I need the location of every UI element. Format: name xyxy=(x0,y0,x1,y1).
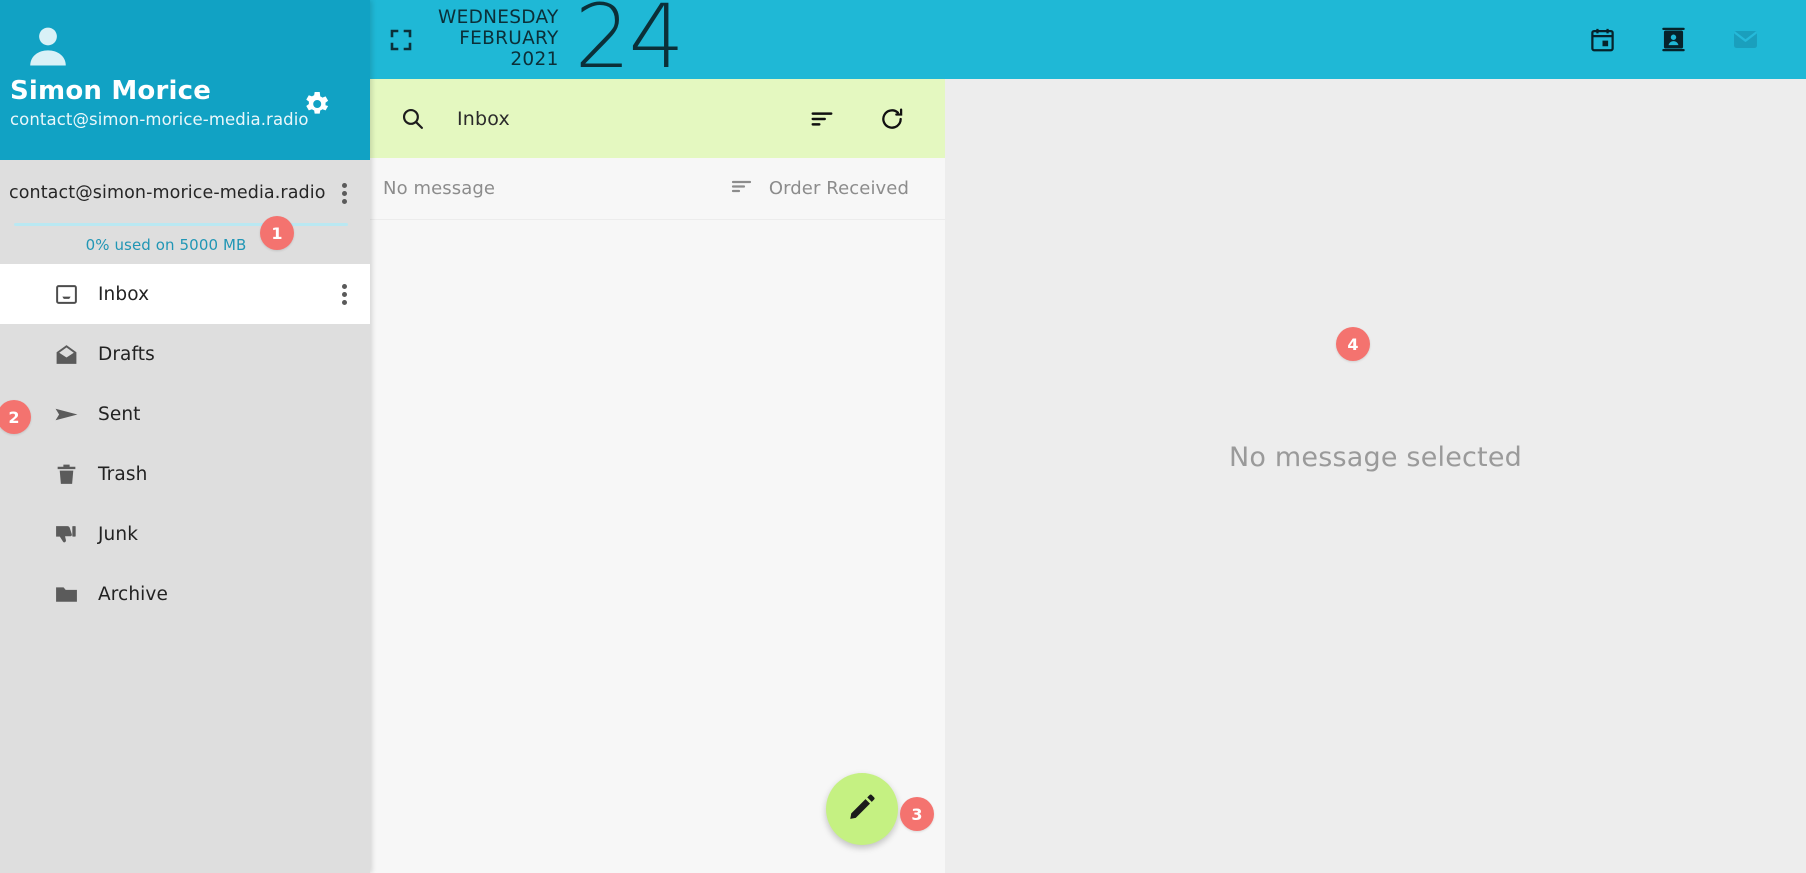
sidebar-item-drafts[interactable]: Drafts xyxy=(0,324,370,384)
trash-icon xyxy=(52,462,80,487)
search-bar-actions xyxy=(809,106,945,132)
sidebar-item-sent[interactable]: Sent xyxy=(0,384,370,444)
contacts-icon[interactable] xyxy=(1660,26,1687,53)
quota-text: 0% used on 5000 MB xyxy=(85,236,247,254)
account-section: contact@simon-morice-media.radio 0% used… xyxy=(0,160,370,264)
top-bar-app-switcher xyxy=(1589,25,1806,54)
folder-icon xyxy=(52,582,80,607)
no-message-selected-text: No message selected xyxy=(1229,441,1522,473)
annotation-badge-3: 3 xyxy=(900,797,934,831)
profile-email: contact@simon-morice-media.radio xyxy=(10,110,309,129)
refresh-icon[interactable] xyxy=(879,106,905,132)
user-avatar-icon xyxy=(22,20,74,72)
account-row[interactable]: contact@simon-morice-media.radio xyxy=(0,172,370,214)
mail-icon[interactable] xyxy=(1731,25,1760,54)
reading-pane: No message selected xyxy=(945,79,1806,873)
drafts-envelope-icon xyxy=(52,342,80,367)
filter-sort-icon[interactable] xyxy=(809,106,835,132)
gear-icon[interactable] xyxy=(300,88,332,120)
sort-icon xyxy=(730,176,754,201)
message-list-column: Inbox No message Order Received xyxy=(370,0,945,873)
thumbs-down-icon xyxy=(52,522,80,547)
mail-application: WEDNESDAY FEBRUARY 2021 24 Simon Morice … xyxy=(0,0,1806,873)
pencil-compose-icon xyxy=(847,792,877,826)
message-count-text: No message xyxy=(383,178,496,199)
sidebar-item-label: Archive xyxy=(98,583,168,605)
sort-order-label: Order Received xyxy=(768,178,909,199)
sidebar-item-junk[interactable]: Junk xyxy=(0,504,370,564)
message-list-body[interactable] xyxy=(370,220,945,873)
account-email: contact@simon-morice-media.radio xyxy=(9,183,326,203)
sidebar: Simon Morice contact@simon-morice-media.… xyxy=(0,0,370,873)
sidebar-item-label: Sent xyxy=(98,403,141,425)
quota-progress-bar xyxy=(14,223,348,226)
folder-list: Inbox Drafts Sent Trash Junk Archive xyxy=(0,264,370,624)
annotation-badge-4: 4 xyxy=(1336,327,1370,361)
kebab-menu-icon[interactable] xyxy=(342,182,347,204)
search-bar: Inbox xyxy=(370,79,945,158)
profile-header: Simon Morice contact@simon-morice-media.… xyxy=(0,0,370,160)
sidebar-item-archive[interactable]: Archive xyxy=(0,564,370,624)
sidebar-item-label: Inbox xyxy=(98,283,150,305)
annotation-badge-1: 1 xyxy=(260,216,294,250)
calendar-icon[interactable] xyxy=(1589,26,1616,53)
profile-name: Simon Morice xyxy=(10,76,212,106)
search-icon[interactable] xyxy=(400,106,425,131)
sidebar-item-label: Junk xyxy=(98,523,139,545)
compose-button[interactable] xyxy=(826,773,898,845)
message-list-header: No message Order Received xyxy=(370,158,945,220)
sidebar-item-inbox[interactable]: Inbox xyxy=(0,264,370,324)
sort-order-control[interactable]: Order Received xyxy=(730,176,945,201)
kebab-menu-icon[interactable] xyxy=(342,283,347,305)
inbox-icon xyxy=(52,282,80,307)
sent-paper-plane-icon xyxy=(52,402,80,427)
search-input[interactable]: Inbox xyxy=(457,108,510,130)
sidebar-item-label: Trash xyxy=(98,463,148,485)
sidebar-item-trash[interactable]: Trash xyxy=(0,444,370,504)
sidebar-item-label: Drafts xyxy=(98,343,155,365)
